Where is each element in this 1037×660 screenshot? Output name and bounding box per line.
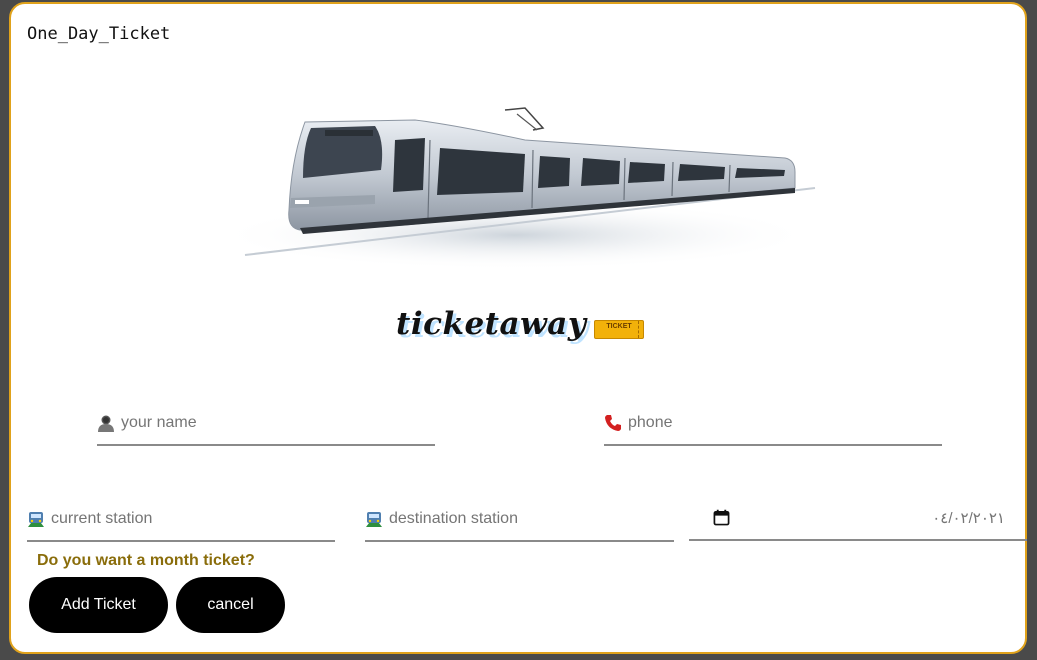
calendar-icon[interactable] bbox=[713, 509, 730, 526]
name-field bbox=[97, 402, 435, 446]
destination-station-input[interactable] bbox=[389, 510, 674, 528]
month-ticket-question: Do you want a month ticket? bbox=[37, 552, 255, 569]
train-icon bbox=[28, 512, 44, 527]
date-input[interactable] bbox=[736, 509, 1005, 526]
brand-logo-text: ticketaway bbox=[396, 306, 587, 342]
train-icon bbox=[366, 512, 382, 527]
ticket-stub-divider bbox=[638, 321, 639, 338]
phone-field bbox=[604, 402, 942, 446]
train-image bbox=[215, 100, 825, 275]
page-title: One_Day_Ticket bbox=[27, 24, 171, 44]
ticket-badge-label: TICKET bbox=[606, 323, 632, 330]
cancel-button[interactable]: cancel bbox=[176, 577, 285, 633]
person-icon bbox=[98, 415, 114, 432]
add-ticket-button[interactable]: Add Ticket bbox=[29, 577, 168, 633]
phone-input[interactable] bbox=[628, 414, 942, 432]
date-field bbox=[689, 496, 1027, 541]
phone-icon bbox=[605, 415, 621, 431]
current-station-input[interactable] bbox=[51, 510, 335, 528]
destination-station-field bbox=[365, 498, 674, 542]
current-station-field bbox=[27, 498, 335, 542]
name-input[interactable] bbox=[121, 414, 435, 432]
ticket-icon: TICKET bbox=[594, 320, 644, 339]
